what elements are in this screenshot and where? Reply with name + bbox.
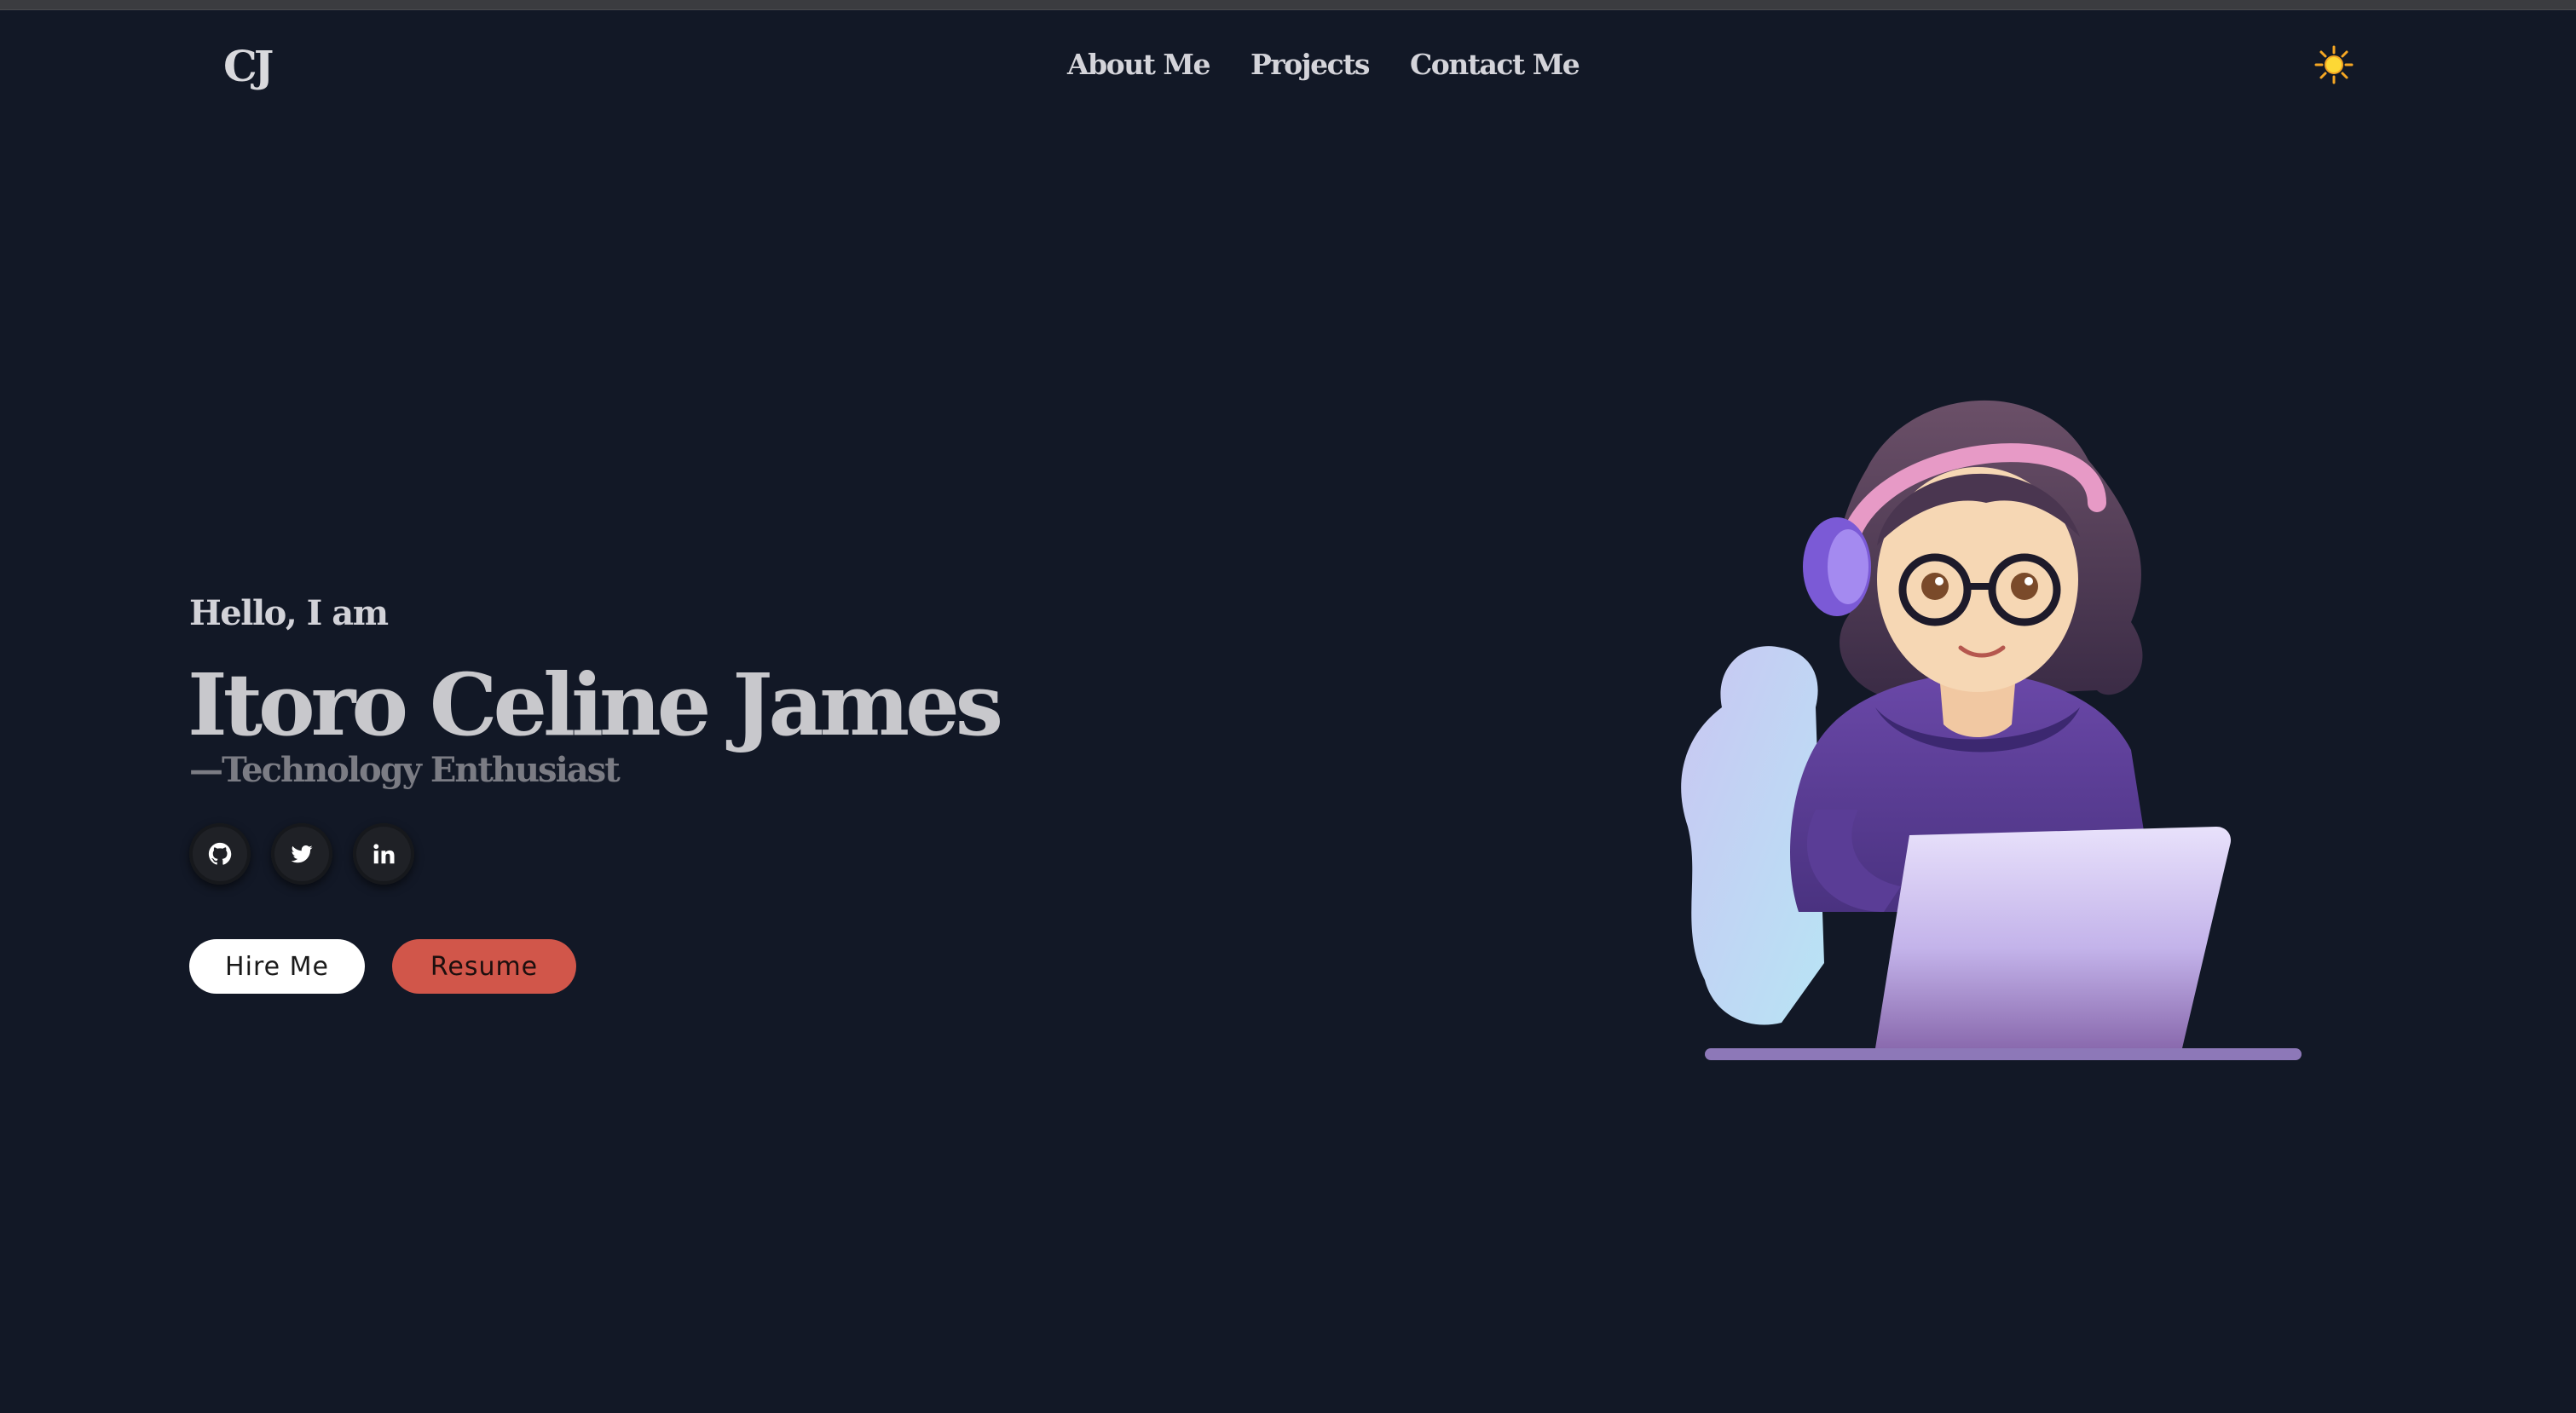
hero-actions: Hire Me Resume	[189, 939, 576, 994]
theme-toggle-button[interactable]	[2313, 44, 2354, 85]
hero-greeting: Hello, I am	[189, 593, 389, 633]
github-icon	[208, 842, 232, 865]
hire-me-button[interactable]: Hire Me	[189, 939, 365, 994]
twitter-link[interactable]	[271, 823, 332, 885]
linkedin-icon	[373, 844, 395, 864]
hero-name: Itoro Celine James	[188, 655, 1003, 755]
twitter-icon	[291, 845, 313, 863]
linkedin-link[interactable]	[353, 823, 414, 885]
nav-projects[interactable]: Projects	[1250, 48, 1371, 81]
main-nav: About Me Projects Contact Me	[1067, 48, 1580, 81]
site-logo[interactable]: CJ	[223, 41, 274, 91]
resume-button[interactable]: Resume	[392, 939, 576, 994]
hero-tagline: —Technology Enthusiast	[189, 750, 621, 790]
nav-about-me[interactable]: About Me	[1067, 48, 1210, 81]
social-links	[189, 823, 414, 885]
browser-top-strip	[0, 0, 2576, 10]
avatar-illustration	[1681, 400, 2302, 1060]
sun-icon	[2314, 45, 2354, 84]
github-link[interactable]	[189, 823, 251, 885]
nav-contact-me[interactable]: Contact Me	[1410, 48, 1580, 81]
